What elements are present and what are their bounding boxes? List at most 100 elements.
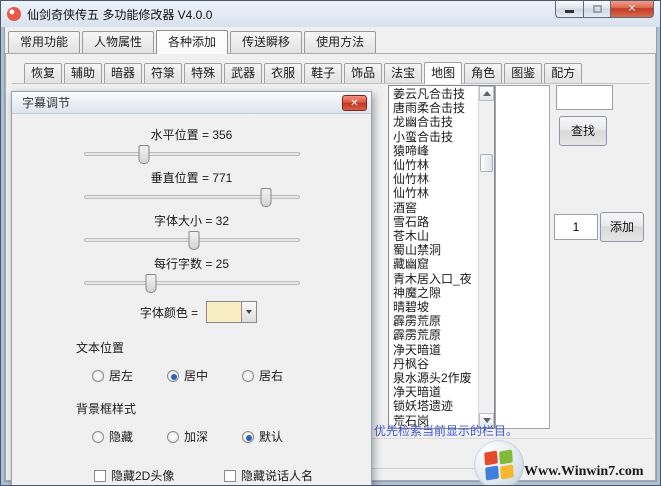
sub-tab-label: 恢复 (31, 66, 56, 80)
font-color-dropdown[interactable] (242, 301, 258, 323)
radio-option[interactable]: 居中 (167, 367, 242, 384)
dialog-close-button[interactable]: ✕ (342, 95, 367, 111)
sub-tab[interactable]: 法宝 (384, 63, 423, 83)
slider-thumb[interactable] (260, 188, 272, 207)
maximize-icon (592, 4, 602, 13)
list-item[interactable]: 晴碧坡 (389, 300, 477, 314)
minimize-icon (565, 10, 574, 13)
sub-tab[interactable]: 鞋子 (304, 63, 343, 83)
title-bar: 仙剑奇侠传五 多功能修改器 V4.0.0 ✕ (1, 1, 660, 27)
list-item[interactable]: 霹雳荒原 (389, 328, 477, 342)
radio-label: 居中 (184, 369, 209, 383)
sub-tab[interactable]: 图鉴 (504, 63, 543, 83)
scrollbar-thumb[interactable] (480, 154, 493, 172)
slider-thumb[interactable] (145, 274, 157, 293)
maximize-button[interactable] (583, 1, 611, 18)
slider-track[interactable] (83, 274, 300, 293)
sub-tab[interactable]: 饰品 (344, 63, 383, 83)
radio-label: 居右 (259, 369, 284, 383)
radio-option[interactable]: 隐藏 (92, 428, 167, 445)
app-icon (7, 7, 21, 21)
map-list-scrollbar[interactable] (478, 86, 494, 428)
radio-label: 默认 (259, 430, 284, 444)
radio-option[interactable]: 加深 (167, 428, 242, 445)
slider-thumb[interactable] (188, 231, 200, 250)
font-color-swatch[interactable] (206, 301, 243, 323)
sub-tab[interactable]: 武器 (224, 63, 263, 83)
sub-tab-label: 地图 (431, 66, 456, 80)
slider-label: 每行字数 = 25 (153, 257, 230, 271)
slider-thumb[interactable] (138, 145, 150, 164)
close-button[interactable]: ✕ (610, 1, 654, 18)
list-item[interactable]: 泉水源头2作废 (389, 371, 477, 385)
map-list: 姜云凡合击技 唐雨柔合击技 龙幽合击技 小蛮合击技 猿啼峰 仙竹林 仙竹林 仙竹林 酒窖 雪石路苍… (389, 87, 477, 428)
checkbox-label: 隐藏说话人名 (241, 469, 314, 483)
slider-track[interactable] (83, 188, 300, 207)
sub-tab[interactable]: 角色 (464, 63, 503, 83)
list-item[interactable]: 雪石路 (389, 215, 477, 229)
main-tab-label: 使用方法 (316, 35, 365, 49)
checkbox-label: 隐藏2D头像 (111, 469, 175, 483)
radio-option[interactable]: 默认 (242, 428, 317, 445)
search-input[interactable] (556, 85, 613, 110)
list-item[interactable]: 净天暗道 (389, 343, 477, 357)
radio-option[interactable]: 居右 (242, 367, 317, 384)
list-item[interactable]: 龙幽合击技 (389, 115, 477, 129)
find-button[interactable]: 查找 (559, 116, 607, 146)
sub-tab-label: 特殊 (191, 66, 216, 80)
main-tab[interactable]: 使用方法 (304, 31, 377, 53)
bg-style-options: 隐藏 加深 默认 (12, 428, 371, 445)
main-tab[interactable]: 传送瞬移 (230, 31, 303, 53)
list-item[interactable]: 仙竹林 (389, 186, 477, 200)
list-item[interactable]: 神魔之隙 (389, 286, 477, 300)
list-item[interactable]: 仙竹林 (389, 158, 477, 172)
scroll-up-button[interactable] (479, 86, 494, 101)
main-tab[interactable]: 人物属性 (82, 31, 155, 53)
secondary-listbox[interactable] (495, 85, 550, 429)
list-item[interactable]: 酒窖 (389, 201, 477, 215)
sub-tab[interactable]: 暗器 (104, 63, 143, 83)
list-item[interactable]: 净天暗道 (389, 385, 477, 399)
list-item[interactable]: 藏幽窟 (389, 257, 477, 271)
list-item[interactable]: 丹枫谷 (389, 357, 477, 371)
slider-group: 字体大小 = 32 (12, 212, 371, 250)
sub-tab[interactable]: 地图 (424, 62, 463, 84)
slider-group: 垂直位置 = 771 (12, 169, 371, 207)
text-position-label: 文本位置 (76, 341, 125, 355)
sub-tab-label: 法宝 (391, 66, 416, 80)
list-item[interactable]: 霹雳荒原 (389, 314, 477, 328)
close-icon: ✕ (350, 98, 359, 109)
slider-track[interactable] (83, 231, 300, 250)
radio-icon (242, 430, 254, 443)
sub-tab[interactable]: 配方 (544, 63, 583, 83)
sub-tab[interactable]: 衣服 (264, 63, 303, 83)
list-item[interactable]: 锁妖塔遗迹 (389, 399, 477, 413)
main-tab[interactable]: 各种添加 (156, 30, 229, 54)
slider-track[interactable] (83, 145, 300, 164)
add-button[interactable]: 添加 (600, 212, 644, 242)
font-color-label: 字体颜色 = (139, 305, 199, 320)
list-item[interactable]: 姜云凡合击技 (389, 87, 477, 101)
minimize-button[interactable] (555, 1, 584, 18)
sub-tab[interactable]: 符箓 (144, 63, 183, 83)
list-item[interactable]: 青木居入口_夜 (389, 272, 477, 286)
checkbox-icon (94, 469, 106, 482)
sub-tab-label: 武器 (231, 66, 256, 80)
list-item[interactable]: 唐雨柔合击技 (389, 101, 477, 115)
sub-tab[interactable]: 恢复 (24, 63, 63, 83)
main-tab-label: 传送瞬移 (242, 35, 291, 49)
checkbox-option[interactable]: 隐藏2D头像 (94, 467, 224, 484)
text-position-options: 居左 居中 居右 (12, 367, 371, 384)
radio-option[interactable]: 居左 (92, 367, 167, 384)
slider-label: 垂直位置 = 771 (150, 171, 233, 185)
list-item[interactable]: 苍木山 (389, 229, 477, 243)
checkbox-option[interactable]: 隐藏说话人名 (224, 467, 371, 484)
list-item[interactable]: 蜀山禁洞 (389, 243, 477, 257)
count-input[interactable] (554, 214, 598, 240)
list-item[interactable]: 仙竹林 (389, 172, 477, 186)
list-item[interactable]: 小蛮合击技 (389, 130, 477, 144)
main-tab[interactable]: 常用功能 (8, 31, 81, 53)
sub-tab[interactable]: 特殊 (184, 63, 223, 83)
sub-tab[interactable]: 辅助 (64, 63, 103, 83)
list-item[interactable]: 猿啼峰 (389, 144, 477, 158)
